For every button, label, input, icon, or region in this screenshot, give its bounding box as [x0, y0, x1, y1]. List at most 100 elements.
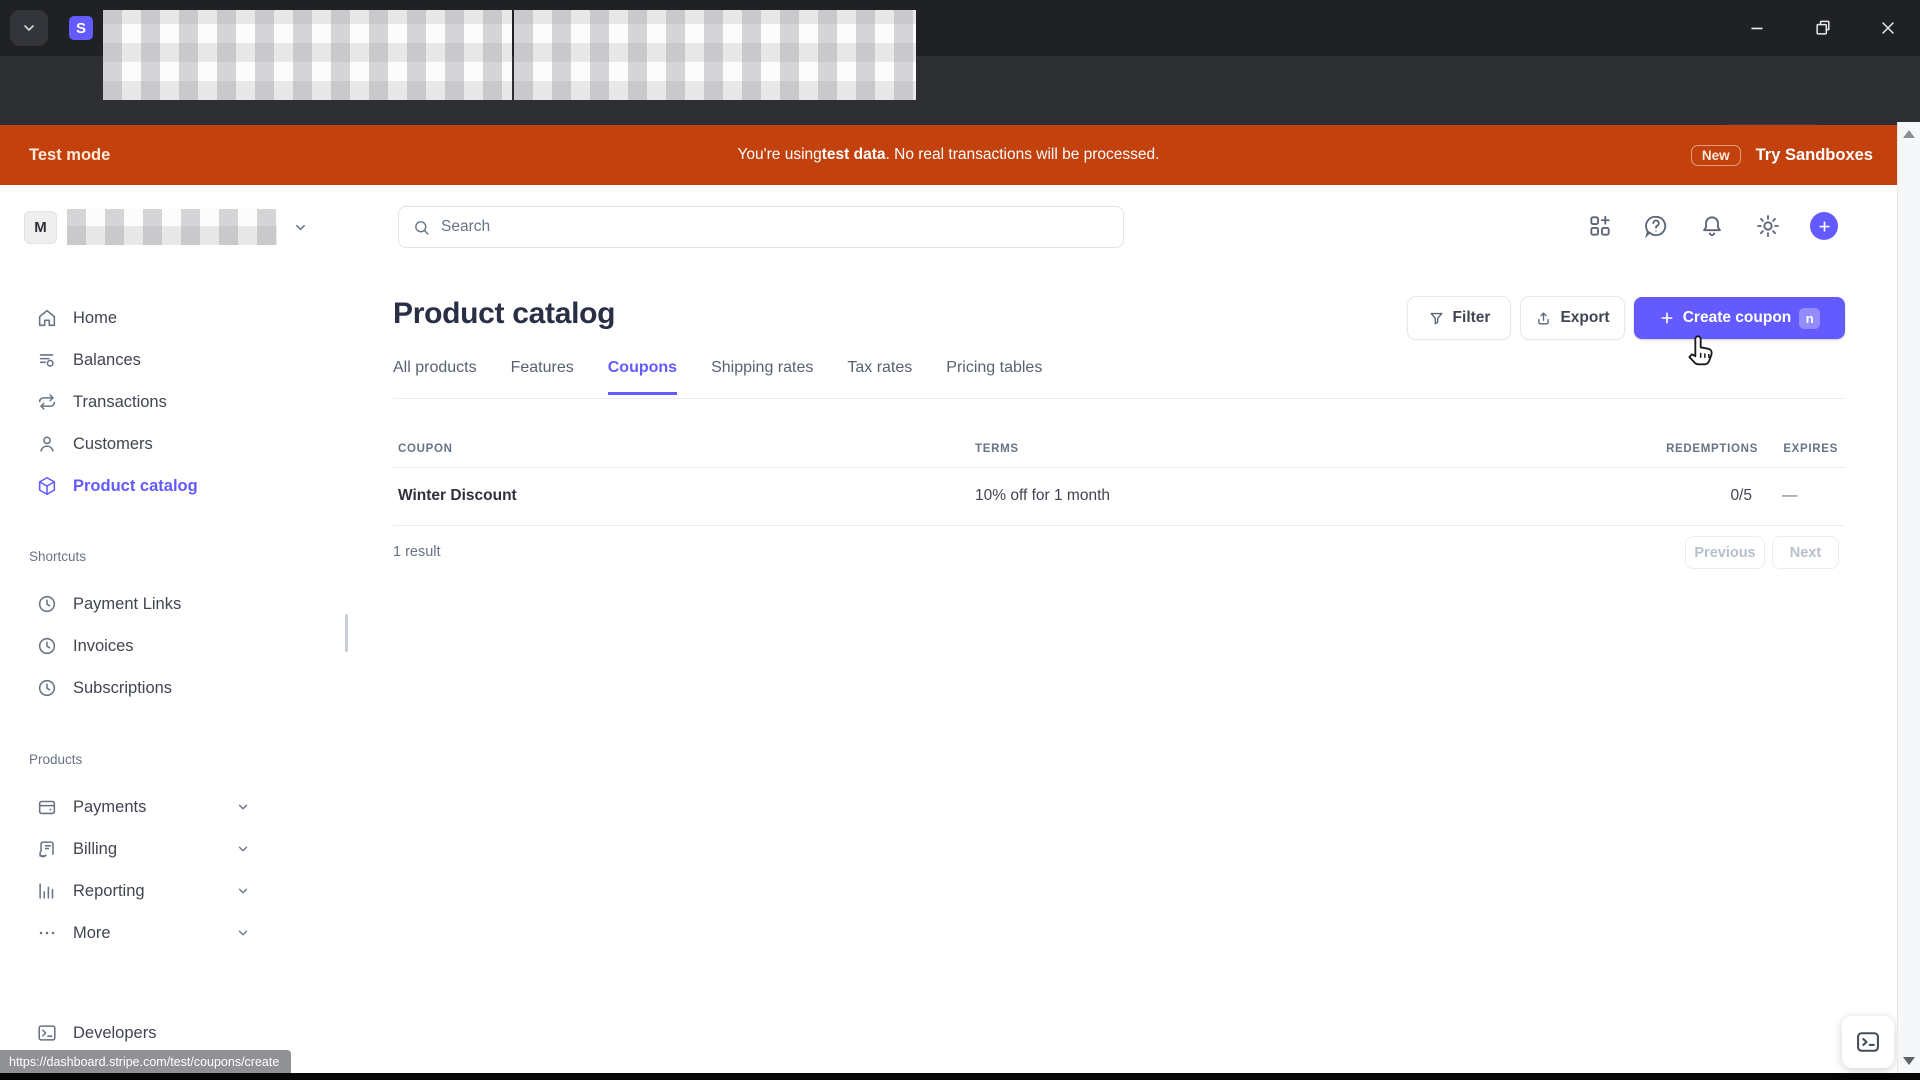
account-name-redacted	[67, 209, 277, 245]
tabs-divider	[393, 398, 1845, 399]
sidebar-item-label: Billing	[73, 839, 118, 858]
sidebar-item-label: Payment Links	[73, 594, 182, 613]
terminal-icon	[1857, 1032, 1879, 1052]
chevron-down-icon	[24, 25, 34, 31]
tab-tax-rates[interactable]: Tax rates	[847, 359, 912, 395]
transactions-icon	[38, 394, 56, 410]
scroll-up-arrow-icon[interactable]	[1903, 130, 1915, 138]
sidebar-item-customers[interactable]: Customers	[0, 423, 338, 465]
search-input[interactable]	[441, 218, 1109, 236]
gear-icon	[1756, 215, 1779, 237]
sidebar-item-label: Invoices	[73, 636, 134, 655]
column-header-terms: TERMS	[975, 443, 1019, 455]
tab-features[interactable]: Features	[511, 359, 574, 395]
plus-icon	[1661, 312, 1673, 324]
tab-pricing-tables[interactable]: Pricing tables	[946, 359, 1042, 395]
sidebar-item-label: Customers	[73, 434, 153, 453]
coupon-terms-cell: 10% off for 1 month	[975, 487, 1110, 504]
column-header-expires: EXPIRES	[1783, 443, 1838, 455]
sidebar-item-invoices[interactable]: Invoices	[0, 625, 338, 667]
search-icon	[415, 220, 429, 235]
clock-icon	[38, 637, 56, 655]
product-catalog-icon	[38, 476, 56, 496]
help-icon	[1644, 215, 1666, 239]
coupon-name-cell[interactable]: Winter Discount	[398, 487, 517, 505]
sidebar-item-label: Reporting	[73, 881, 145, 900]
browser-tab-redacted-2[interactable]	[514, 10, 916, 100]
browser-tab-redacted-1[interactable]	[103, 10, 512, 100]
table-row[interactable]: Winter Discount 10% off for 1 month 0/5 …	[393, 468, 1845, 526]
help-button[interactable]	[1642, 213, 1669, 240]
sidebar-item-reporting[interactable]: Reporting	[0, 870, 338, 912]
coupon-redemptions-cell: 0/5	[1730, 487, 1752, 504]
payments-icon	[38, 800, 56, 815]
keyboard-shortcut-badge: n	[1799, 307, 1821, 329]
window-minimize-button[interactable]	[1743, 14, 1771, 42]
account-switcher[interactable]: M	[24, 209, 308, 245]
ellipsis-icon	[39, 931, 55, 935]
sidebar: M Home Balances Transactions Customers P…	[0, 185, 338, 1073]
billing-icon	[39, 841, 54, 858]
message-prefix: You're using	[737, 146, 822, 163]
page-title: Product catalog	[393, 297, 616, 330]
notifications-button[interactable]	[1698, 213, 1725, 240]
coupon-expires-cell: —	[1782, 487, 1798, 504]
sidebar-item-more[interactable]: More	[0, 912, 338, 954]
sidebar-section-products: Products	[29, 752, 83, 767]
sidebar-item-developers[interactable]: Developers	[0, 1012, 338, 1054]
stripe-favicon: S	[69, 16, 93, 40]
home-icon	[38, 309, 56, 327]
sidebar-item-product-catalog[interactable]: Product catalog	[0, 465, 338, 507]
tab-coupons[interactable]: Coupons	[607, 359, 678, 395]
sidebar-item-payment-links[interactable]: Payment Links	[0, 583, 338, 625]
chevron-down-icon	[238, 804, 248, 810]
window-close-button[interactable]	[1874, 14, 1902, 42]
chevron-down-icon	[238, 930, 248, 936]
create-coupon-button[interactable]: Create coupon n	[1634, 297, 1845, 339]
sidebar-item-billing[interactable]: Billing	[0, 828, 338, 870]
apps-grid-plus-icon	[1589, 215, 1610, 236]
quick-create-button[interactable]	[1810, 212, 1838, 240]
browser-chrome: Incognito S	[0, 0, 1920, 162]
test-mode-message: You're using test data. No real transact…	[0, 125, 1897, 185]
export-button[interactable]: Export	[1521, 297, 1624, 339]
sidebar-item-label: Developers	[73, 1023, 157, 1042]
account-avatar: M	[24, 210, 57, 244]
sidebar-item-payments[interactable]: Payments	[0, 786, 338, 828]
sidebar-item-subscriptions[interactable]: Subscriptions	[0, 667, 338, 709]
sidebar-item-label: Balances	[73, 350, 141, 369]
customers-icon	[40, 436, 54, 452]
restore-icon	[1816, 20, 1830, 35]
settings-button[interactable]	[1754, 213, 1781, 240]
developers-terminal-icon	[38, 1025, 56, 1041]
apps-button[interactable]	[1586, 213, 1613, 240]
bell-icon	[1702, 216, 1721, 236]
clock-icon	[38, 595, 56, 613]
test-mode-banner: Test mode You're using test data. No rea…	[0, 125, 1897, 185]
sidebar-item-transactions[interactable]: Transactions	[0, 381, 338, 423]
page-scrollbar[interactable]	[1897, 122, 1920, 1073]
chevron-down-icon	[238, 846, 248, 852]
catalog-tabs: All products Features Coupons Shipping r…	[393, 359, 1042, 395]
filter-button[interactable]: Filter	[1408, 297, 1510, 339]
try-sandboxes-link[interactable]: Try Sandboxes	[1756, 146, 1873, 165]
tab-search-caret-button[interactable]	[10, 10, 48, 46]
sidebar-resize-handle[interactable]	[345, 614, 348, 652]
previous-page-button[interactable]: Previous	[1686, 537, 1764, 568]
search-bar[interactable]	[398, 206, 1124, 248]
developer-console-button[interactable]	[1842, 1016, 1894, 1068]
close-icon	[1882, 22, 1894, 34]
minimize-icon	[1751, 27, 1763, 30]
chevron-down-icon	[296, 224, 305, 230]
window-restore-button[interactable]	[1809, 14, 1837, 42]
result-count: 1 result	[393, 544, 441, 560]
balances-icon	[39, 354, 54, 367]
tab-shipping-rates[interactable]: Shipping rates	[711, 359, 813, 395]
scroll-down-arrow-icon[interactable]	[1903, 1057, 1915, 1065]
screen: Incognito S Test mode You're using test …	[0, 0, 1920, 1080]
sidebar-item-balances[interactable]: Balances	[0, 339, 338, 381]
tab-all-products[interactable]: All products	[393, 359, 477, 395]
plus-icon	[1818, 220, 1830, 232]
sidebar-item-home[interactable]: Home	[0, 297, 338, 339]
next-page-button[interactable]: Next	[1773, 537, 1838, 568]
